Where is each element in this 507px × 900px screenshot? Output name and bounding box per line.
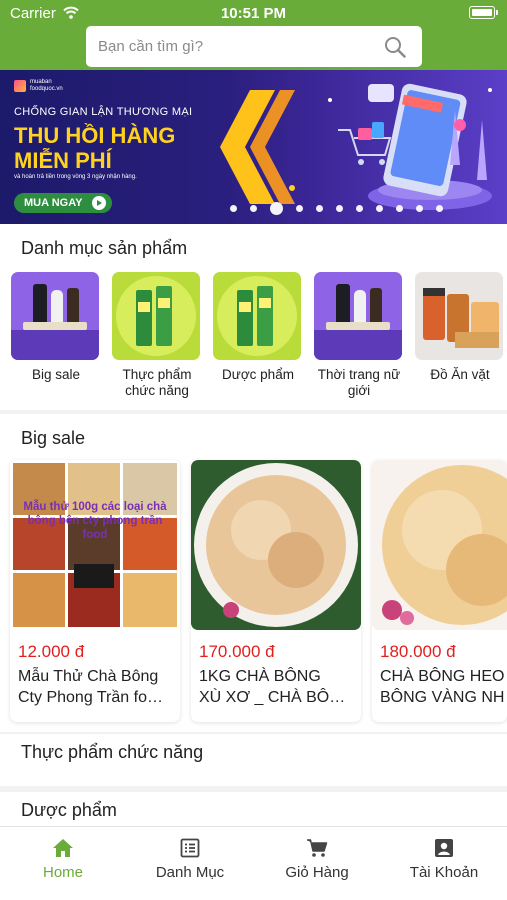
home-icon [53,839,73,857]
product-card[interactable]: Mẫu thử 100g các loại chà bông bên cty p… [10,460,180,722]
pagination-dot[interactable] [396,205,403,212]
promo-banner[interactable]: muaban foodquoc.vn CHỐNG GIAN LẬN THƯƠNG… [0,70,507,224]
pagination-dot[interactable] [376,205,383,212]
category-label: Big sale [31,367,81,382]
cart-icon [307,839,328,857]
product-image [191,460,361,630]
category-thumbnail [112,272,200,360]
pagination-dot-active[interactable] [270,202,283,215]
search-input[interactable]: Bạn cần tìm gì? [86,26,422,67]
category-label: Đồ Ăn vặt [430,367,490,382]
category-label: Thực phẩm chức năng [122,367,192,398]
banner-subtext: và hoàn trả tiền trong vòng 3 ngày nhận … [14,174,137,180]
pharma-section[interactable]: Dược phẩm [0,792,507,826]
tab-account[interactable]: Tài Khoản [381,837,507,881]
tab-cart[interactable]: Giỏ Hàng [254,837,380,881]
product-name: 1KG CHÀ BÔNG XÙ XƠ _ CHÀ BÔ… [199,668,346,706]
category-pharma[interactable]: Dược phẩm [213,272,303,383]
category-label: Thời trang nữ giới [317,367,401,398]
category-label: Dược phẩm [222,367,294,382]
pagination-dot[interactable] [356,205,363,212]
category-section: Danh mục sản phẩm Big sale Thực phẩm chứ… [0,224,507,410]
banner-kicker: CHỐNG GIAN LẬN THƯƠNG MẠI [14,106,193,118]
product-image-overlay-text: Mẫu thử 100g các loại chà bông bên cty p… [23,501,167,541]
banner-pagination[interactable] [230,202,443,215]
product-price: 12.000 đ [18,642,85,661]
pagination-dot[interactable] [436,205,443,212]
functional-food-section[interactable]: Thực phẩm chức năng [0,734,507,786]
product-price: 180.000 đ [380,642,456,661]
pagination-dot[interactable] [250,205,257,212]
pharma-title: Dược phẩm [21,800,117,820]
banner-illustration [220,83,492,210]
category-big-sale[interactable]: Big sale [11,272,101,383]
list-icon [180,838,200,858]
product-card[interactable]: 180.000 đ CHÀ BÔNG HEO BÔNG VÀNG NH [372,460,507,722]
product-card[interactable]: 170.000 đ 1KG CHÀ BÔNG XÙ XƠ _ CHÀ BÔ… [191,460,361,722]
category-functional-food[interactable]: Thực phẩm chức năng [112,272,202,399]
category-thumbnail [11,272,99,360]
banner-headline-1: THU HỒI HÀNG [14,123,176,148]
pagination-dot[interactable] [416,205,423,212]
brand-logo-icon [14,80,26,92]
account-icon [435,839,453,857]
app-header: Carrier 10:51 PM Bạn cần tìm gì? [0,0,507,70]
product-image: Mẫu thử 100g các loại chà bông bên cty p… [10,460,180,630]
buy-now-button[interactable]: MUA NGAY [14,193,112,213]
banner-headline-2: MIỄN PHÍ [14,148,112,173]
category-thumbnail [314,272,402,360]
status-bar: Carrier 10:51 PM [0,0,507,26]
tab-home[interactable]: Home [0,837,126,881]
functional-food-title: Thực phẩm chức năng [21,742,204,762]
battery-icon [469,6,498,19]
arrow-right-icon [92,196,106,210]
tab-categories[interactable]: Danh Mục [127,837,253,881]
category-thumbnail [213,272,301,360]
search-icon[interactable] [384,36,406,58]
big-sale-title: Big sale [21,428,86,448]
product-name: Mẫu Thử Chà Bông Cty Phong Trần fo… [18,668,163,706]
product-image [372,460,507,630]
product-name: CHÀ BÔNG HEO BÔNG VÀNG NH [380,668,505,706]
pagination-dot[interactable] [316,205,323,212]
category-snacks[interactable]: Đồ Ăn vặt [415,272,505,383]
category-section-title: Danh mục sản phẩm [21,238,188,258]
product-price: 170.000 đ [199,642,275,661]
category-womens-fashion[interactable]: Thời trang nữ giới [314,272,404,399]
big-sale-section: Big sale Mẫu thử 100g các loại chà bông … [0,414,507,732]
search-placeholder: Bạn cần tìm gì? [98,38,204,55]
banner-brand: muaban foodquoc.vn [14,78,64,94]
pagination-dot[interactable] [336,205,343,212]
category-thumbnail [415,272,503,360]
bottom-tab-bar: Home Danh Mục Giỏ Hàng Tài Khoản [0,826,507,900]
pagination-dot[interactable] [296,205,303,212]
pagination-dot[interactable] [230,205,237,212]
status-time: 10:51 PM [220,5,287,22]
